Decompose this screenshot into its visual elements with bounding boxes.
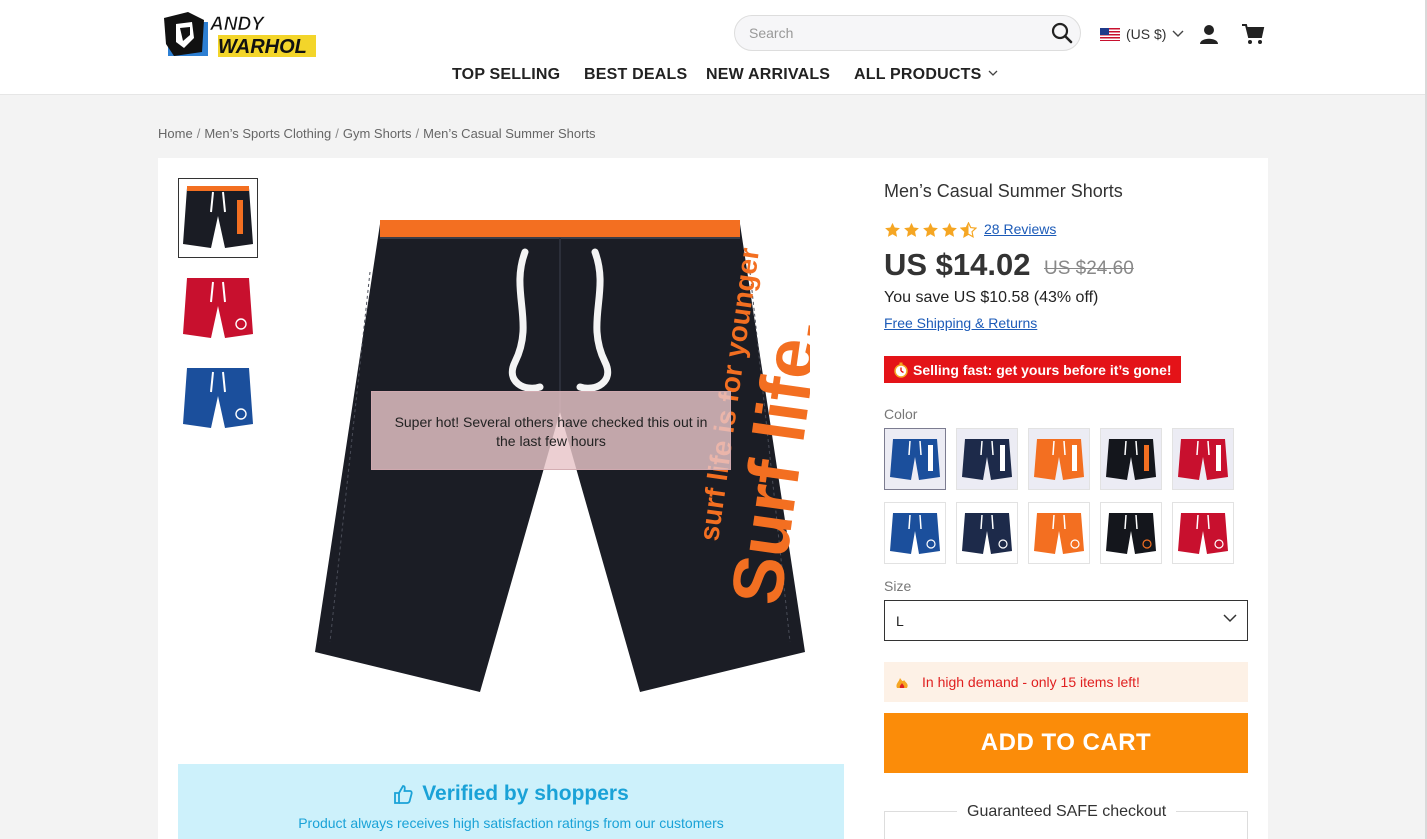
us-flag-icon [1100,27,1120,41]
swatch-image [962,439,1012,480]
swatch-image [1106,439,1156,480]
nav-all-products-label: ALL PRODUCTS [854,66,982,83]
swatch-image [1034,439,1084,480]
color-swatch-blue[interactable] [884,502,946,564]
half-star-icon [960,222,977,238]
safe-checkout-box: Guaranteed SAFE checkout [884,803,1248,839]
swatch-image [1178,513,1228,554]
color-swatch-orange[interactable] [1028,502,1090,564]
svg-text:ANDY: ANDY [209,14,266,35]
svg-text:WARHOL: WARHOL [218,36,307,58]
high-demand-text: In high demand - only 15 items left! [922,674,1140,690]
breadcrumb: Home / Men’s Sports Clothing / Gym Shorts / Me… [158,126,596,141]
size-label: Size [884,578,912,594]
andy-warhol-logo[interactable]: ANDY WARHOL [162,8,318,58]
color-swatch-red-print[interactable] [1172,428,1234,490]
shorts-thumbnail-image [183,278,253,338]
swatch-image [890,439,940,480]
current-price: US $14.02 [884,247,1031,282]
star-icon [904,222,919,237]
stopwatch-icon [894,362,908,378]
color-swatch-black[interactable] [1100,502,1162,564]
high-demand-notice: In high demand - only 15 items left! [884,662,1248,702]
safe-checkout-label: Guaranteed SAFE checkout [957,803,1177,821]
shorts-thumbnail-image [183,368,253,428]
reviews-link[interactable]: 28 Reviews [984,221,1056,237]
swatch-image [962,513,1012,554]
color-swatch-red[interactable] [1172,502,1234,564]
search-icon[interactable] [1048,19,1076,47]
star-icon [885,222,900,237]
original-price: US $24.60 [1044,258,1134,279]
breadcrumb-subcategory[interactable]: Gym Shorts [343,126,412,141]
social-proof-tooltip: Super hot! Several others have checked t… [371,391,731,470]
savings-text: You save US $10.58 (43% off) [884,289,1099,306]
swatch-image [1106,513,1156,554]
nav-new-arrivals[interactable]: NEW ARRIVALS [706,66,830,84]
selling-fast-badge: Selling fast: get yours before it’s gone… [884,356,1181,383]
verified-banner: Verified by shoppers Product always rece… [178,764,844,839]
search-input[interactable] [749,16,1039,50]
color-swatch-navy[interactable] [956,502,1018,564]
nav-top-selling[interactable]: TOP SELLING [452,66,560,84]
color-swatch-navy-print[interactable] [956,428,1018,490]
free-shipping-link[interactable]: Free Shipping & Returns [884,315,1037,331]
site-header: ANDY WARHOL (US $) TOP SEL [0,0,1427,95]
rating-stars [884,222,977,238]
currency-selector[interactable]: (US $) [1100,24,1184,44]
search-bar [734,15,1081,51]
flame-icon [896,678,908,688]
swatch-image [890,513,940,554]
currency-label: (US $) [1126,26,1167,42]
verified-subtitle: Product always receives high satisfactio… [298,815,724,831]
verified-title-text: Verified by shoppers [422,782,629,805]
chevron-down-icon [1172,30,1184,37]
star-icon [923,222,938,237]
selling-fast-text: Selling fast: get yours before it’s gone… [913,361,1172,378]
chevron-down-icon [1223,614,1237,623]
product-title: Men’s Casual Summer Shorts [884,181,1123,201]
size-select[interactable]: L [884,600,1248,641]
color-label: Color [884,406,918,422]
thumbnail-red[interactable] [178,268,258,348]
main-nav: TOP SELLING BEST DEALS NEW ARRIVALS ALL … [0,66,1427,88]
color-swatch-orange-print[interactable] [1028,428,1090,490]
user-icon[interactable] [1198,23,1220,45]
breadcrumb-category[interactable]: Men’s Sports Clothing [204,126,331,141]
nav-best-deals[interactable]: BEST DEALS [584,66,687,84]
color-swatch-blue-print[interactable] [884,428,946,490]
nav-all-products[interactable]: ALL PRODUCTS [854,66,998,84]
breadcrumb-home[interactable]: Home [158,126,193,141]
swatch-image [1178,439,1228,480]
thumbs-up-icon [394,785,413,804]
swatch-image [1034,513,1084,554]
add-to-cart-button[interactable]: ADD TO CART [884,713,1248,773]
verified-title: Verified by shoppers [178,782,844,806]
thumbnail-blue[interactable] [178,358,258,438]
star-icon [942,222,957,237]
thumbnail-black[interactable] [178,178,258,258]
shorts-thumbnail-image [183,186,253,248]
color-swatch-black-print[interactable] [1100,428,1162,490]
breadcrumb-current: Men’s Casual Summer Shorts [423,126,596,141]
chevron-down-icon [988,70,998,76]
size-value: L [896,612,904,629]
cart-icon[interactable] [1241,23,1265,45]
